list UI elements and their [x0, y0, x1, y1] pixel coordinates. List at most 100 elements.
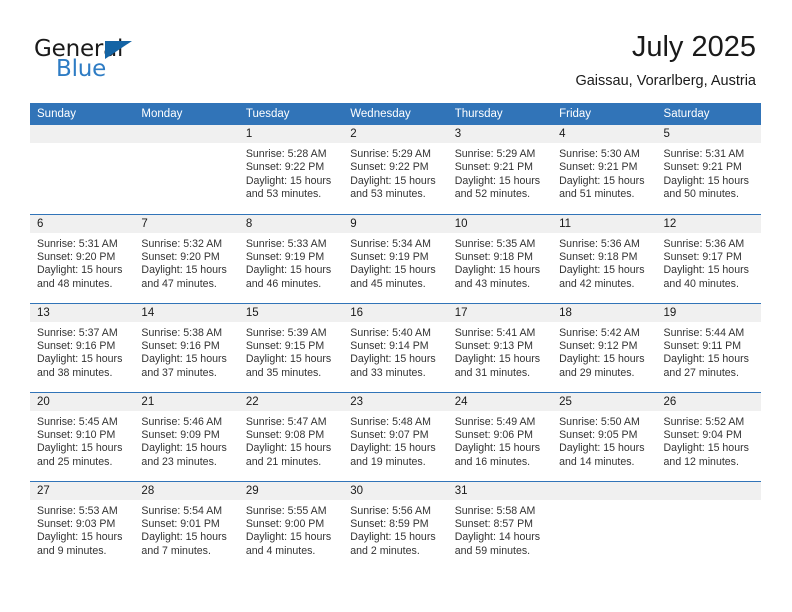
calendar-cell-inner: 17 Sunrise: 5:41 AM Sunset: 9:13 PM Dayligh…: [447, 303, 553, 392]
sunset-text: Sunset: 9:11 PM: [663, 339, 742, 352]
day-details: Sunrise: 5:31 AM Sunset: 9:21 PM Daylight:…: [657, 143, 761, 202]
calendar-day-cell[interactable]: 12 Sunrise: 5:36 AM Sunset: 9:17 PM Dayligh…: [656, 213, 761, 303]
calendar-cell-inner: 19 Sunrise: 5:44 AM Sunset: 9:11 PM Dayligh…: [656, 303, 761, 392]
calendar-day-cell[interactable]: 18 Sunrise: 5:42 AM Sunset: 9:12 PM Dayligh…: [552, 302, 657, 392]
day-details: Sunrise: 5:53 AM Sunset: 9:03 PM Daylight:…: [30, 500, 134, 559]
calendar-day-cell[interactable]: 24 Sunrise: 5:49 AM Sunset: 9:06 PM Dayligh…: [447, 391, 553, 481]
day-details: Sunrise: 5:42 AM Sunset: 9:12 PM Daylight:…: [552, 322, 656, 381]
calendar-cell-empty: [552, 480, 657, 571]
calendar-cell-inner: 4 Sunrise: 5:30 AM Sunset: 9:21 PM Daylight…: [552, 125, 657, 214]
day-number: [30, 125, 135, 143]
calendar-day-cell[interactable]: 22 Sunrise: 5:47 AM Sunset: 9:08 PM Dayligh…: [238, 391, 344, 481]
day-details: Sunrise: 5:49 AM Sunset: 9:06 PM Daylight:…: [448, 411, 552, 470]
calendar-day-cell[interactable]: 7 Sunrise: 5:32 AM Sunset: 9:20 PM Daylight…: [134, 213, 239, 303]
daylight-text: Daylight: 15 hours and 7 minutes.: [141, 531, 227, 557]
calendar-cell-inner: 12 Sunrise: 5:36 AM Sunset: 9:17 PM Dayligh…: [656, 214, 761, 303]
calendar-day-cell[interactable]: 6 Sunrise: 5:31 AM Sunset: 9:20 PM Daylight…: [30, 213, 135, 303]
calendar-cell-inner: 21 Sunrise: 5:46 AM Sunset: 9:09 PM Dayligh…: [134, 392, 239, 481]
day-number: 24: [447, 392, 553, 411]
calendar-day-cell[interactable]: 14 Sunrise: 5:38 AM Sunset: 9:16 PM Dayligh…: [134, 302, 239, 392]
daylight-text: Daylight: 15 hours and 14 minutes.: [559, 442, 645, 468]
calendar-day-cell[interactable]: 27 Sunrise: 5:53 AM Sunset: 9:03 PM Dayligh…: [30, 480, 135, 570]
day-number: 19: [656, 303, 761, 322]
day-number: 18: [552, 303, 657, 322]
calendar-table: Sunday Monday Tuesday Wednesday Thursday…: [30, 103, 761, 570]
sunset-text: Sunset: 9:14 PM: [350, 339, 429, 352]
calendar-week-row: 13 Sunrise: 5:37 AM Sunset: 9:16 PM Dayligh…: [30, 302, 761, 392]
calendar-day-cell[interactable]: 3 Sunrise: 5:29 AM Sunset: 9:21 PM Daylight…: [447, 125, 553, 214]
calendar-cell-inner: 6 Sunrise: 5:31 AM Sunset: 9:20 PM Daylight…: [30, 214, 135, 303]
calendar-day-cell[interactable]: 31 Sunrise: 5:58 AM Sunset: 8:57 PM Dayligh…: [447, 480, 553, 570]
calendar-week-row: 1 Sunrise: 5:28 AM Sunset: 9:22 PM Daylight…: [30, 125, 761, 214]
calendar-day-cell[interactable]: 4 Sunrise: 5:30 AM Sunset: 9:21 PM Daylight…: [552, 125, 657, 214]
calendar-day-cell[interactable]: 28 Sunrise: 5:54 AM Sunset: 9:01 PM Dayligh…: [134, 480, 239, 570]
calendar-week-row: 20 Sunrise: 5:45 AM Sunset: 9:10 PM Dayligh…: [30, 391, 761, 481]
calendar-day-cell[interactable]: 15 Sunrise: 5:39 AM Sunset: 9:15 PM Dayligh…: [238, 302, 344, 392]
calendar-cell-inner: 10 Sunrise: 5:35 AM Sunset: 9:18 PM Dayligh…: [447, 214, 553, 303]
calendar-cell-inner: 8 Sunrise: 5:33 AM Sunset: 9:19 PM Daylight…: [238, 214, 344, 303]
day-number: [134, 125, 239, 143]
day-details: Sunrise: 5:41 AM Sunset: 9:13 PM Daylight:…: [448, 322, 552, 381]
calendar-cell-inner: [552, 481, 657, 571]
sunset-text: Sunset: 9:12 PM: [559, 339, 638, 352]
calendar-day-cell[interactable]: 5 Sunrise: 5:31 AM Sunset: 9:21 PM Daylight…: [656, 125, 761, 214]
sunset-text: Sunset: 9:21 PM: [454, 161, 534, 174]
calendar-day-cell[interactable]: 1 Sunrise: 5:28 AM Sunset: 9:22 PM Daylight…: [238, 125, 344, 214]
sunrise-text: Sunrise: 5:37 AM: [37, 326, 118, 339]
sunrise-text: Sunrise: 5:48 AM: [350, 415, 431, 428]
day-number: 17: [447, 303, 553, 322]
calendar-week-row: 27 Sunrise: 5:53 AM Sunset: 9:03 PM Dayligh…: [30, 480, 761, 571]
calendar-day-cell[interactable]: 9 Sunrise: 5:34 AM Sunset: 9:19 PM Daylight…: [343, 213, 448, 303]
sunset-text: Sunset: 9:16 PM: [141, 339, 220, 352]
calendar-day-cell[interactable]: 2 Sunrise: 5:29 AM Sunset: 9:22 PM Daylight…: [343, 125, 448, 214]
weekday-header-monday: Monday: [134, 103, 239, 125]
day-details: Sunrise: 5:36 AM Sunset: 9:18 PM Daylight:…: [552, 233, 656, 292]
calendar-day-cell[interactable]: 23 Sunrise: 5:48 AM Sunset: 9:07 PM Dayligh…: [343, 391, 448, 481]
calendar-day-cell[interactable]: 25 Sunrise: 5:50 AM Sunset: 9:05 PM Dayligh…: [552, 391, 657, 481]
calendar-cell-inner: 23 Sunrise: 5:48 AM Sunset: 9:07 PM Dayligh…: [343, 392, 448, 481]
calendar-header-row: Sunday Monday Tuesday Wednesday Thursday…: [30, 103, 761, 125]
day-details: Sunrise: 5:54 AM Sunset: 9:01 PM Daylight:…: [134, 500, 238, 559]
day-number: 10: [447, 214, 553, 233]
calendar-day-cell[interactable]: 30 Sunrise: 5:56 AM Sunset: 8:59 PM Dayligh…: [343, 480, 448, 570]
calendar-cell-inner: 20 Sunrise: 5:45 AM Sunset: 9:10 PM Dayligh…: [30, 392, 135, 481]
calendar-day-cell[interactable]: 13 Sunrise: 5:37 AM Sunset: 9:16 PM Dayligh…: [30, 302, 135, 392]
sunrise-text: Sunrise: 5:45 AM: [37, 415, 118, 428]
calendar-page: General Blue July 2025 Gaissau, Vorarlbe…: [0, 0, 792, 612]
day-number: 9: [343, 214, 448, 233]
day-details: Sunrise: 5:29 AM Sunset: 9:22 PM Daylight:…: [343, 143, 447, 202]
day-details: Sunrise: 5:28 AM Sunset: 9:22 PM Daylight:…: [239, 143, 343, 202]
calendar-day-cell[interactable]: 21 Sunrise: 5:46 AM Sunset: 9:09 PM Dayligh…: [134, 391, 239, 481]
calendar-day-cell[interactable]: 29 Sunrise: 5:55 AM Sunset: 9:00 PM Dayligh…: [238, 480, 344, 570]
sunrise-text: Sunrise: 5:53 AM: [37, 504, 118, 517]
sunset-text: Sunset: 9:15 PM: [245, 339, 325, 352]
daylight-text: Daylight: 15 hours and 45 minutes.: [350, 264, 436, 290]
day-number: 12: [656, 214, 761, 233]
sunset-text: Sunset: 9:20 PM: [37, 250, 116, 263]
day-details: Sunrise: 5:48 AM Sunset: 9:07 PM Daylight:…: [343, 411, 447, 470]
calendar-day-cell[interactable]: 16 Sunrise: 5:40 AM Sunset: 9:14 PM Dayligh…: [343, 302, 448, 392]
sunrise-text: Sunrise: 5:44 AM: [663, 326, 745, 339]
sunrise-text: Sunrise: 5:41 AM: [454, 326, 536, 339]
calendar-day-cell[interactable]: 19 Sunrise: 5:44 AM Sunset: 9:11 PM Dayligh…: [656, 302, 761, 392]
day-details: Sunrise: 5:30 AM Sunset: 9:21 PM Daylight:…: [552, 143, 656, 202]
day-number: 31: [447, 481, 553, 500]
calendar-day-cell[interactable]: 17 Sunrise: 5:41 AM Sunset: 9:13 PM Dayligh…: [447, 302, 553, 392]
day-number: 30: [343, 481, 448, 500]
sunrise-text: Sunrise: 5:54 AM: [141, 504, 223, 517]
day-number: 22: [238, 392, 344, 411]
calendar-day-cell[interactable]: 20 Sunrise: 5:45 AM Sunset: 9:10 PM Dayligh…: [30, 391, 135, 481]
day-details: Sunrise: 5:56 AM Sunset: 8:59 PM Daylight:…: [343, 500, 447, 559]
day-details: Sunrise: 5:31 AM Sunset: 9:20 PM Daylight:…: [30, 233, 134, 292]
calendar-day-cell[interactable]: 10 Sunrise: 5:35 AM Sunset: 9:18 PM Dayligh…: [447, 213, 553, 303]
day-details: Sunrise: 5:36 AM Sunset: 9:17 PM Daylight:…: [657, 233, 761, 292]
general-blue-logo[interactable]: General Blue: [34, 36, 164, 86]
sunrise-text: Sunrise: 5:30 AM: [559, 148, 640, 160]
day-details: Sunrise: 5:50 AM Sunset: 9:05 PM Daylight:…: [552, 411, 656, 470]
calendar-day-cell[interactable]: 26 Sunrise: 5:52 AM Sunset: 9:04 PM Dayligh…: [656, 391, 761, 481]
day-number: 23: [343, 392, 448, 411]
calendar-cell-inner: 15 Sunrise: 5:39 AM Sunset: 9:15 PM Dayligh…: [238, 303, 344, 392]
day-number: 6: [30, 214, 135, 233]
calendar-day-cell[interactable]: 8 Sunrise: 5:33 AM Sunset: 9:19 PM Daylight…: [238, 213, 344, 303]
calendar-day-cell[interactable]: 11 Sunrise: 5:36 AM Sunset: 9:18 PM Dayligh…: [552, 213, 657, 303]
